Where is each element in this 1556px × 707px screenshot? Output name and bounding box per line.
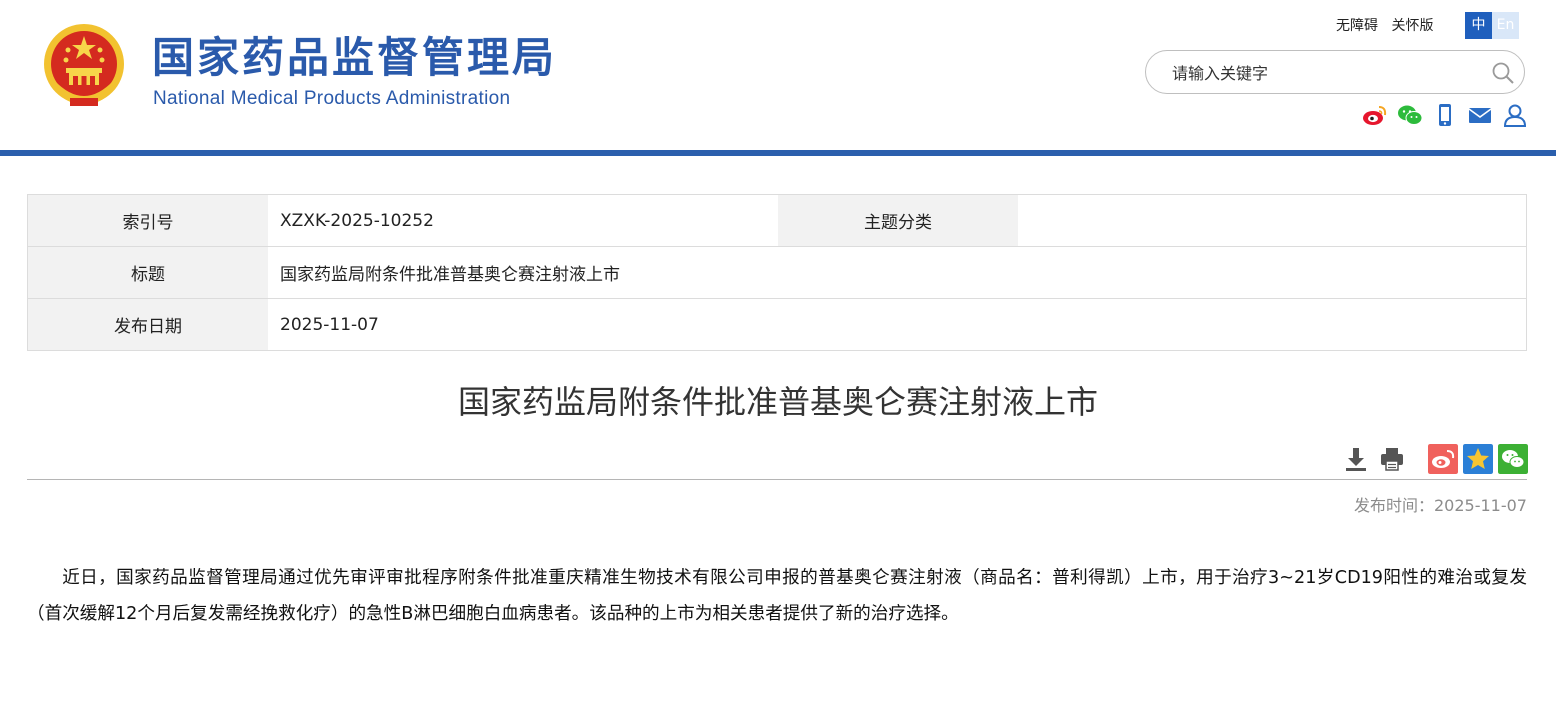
- index-label: 索引号: [27, 194, 268, 247]
- header-divider-bar: [0, 150, 1556, 156]
- download-icon[interactable]: [1342, 445, 1370, 473]
- lang-zh-button[interactable]: 中: [1465, 12, 1492, 39]
- table-row: 发布日期 2025-11-07: [27, 298, 1527, 351]
- weibo-icon[interactable]: [1362, 103, 1388, 127]
- index-value: XZXK-2025-10252: [268, 194, 778, 247]
- top-links: 无障碍 关怀版: [1336, 15, 1442, 35]
- care-mode-link[interactable]: 关怀版: [1391, 18, 1433, 34]
- social-links: [1362, 103, 1537, 127]
- user-icon[interactable]: [1502, 103, 1528, 127]
- article-divider: [27, 479, 1527, 480]
- accessibility-link[interactable]: 无障碍: [1336, 18, 1378, 34]
- topic-value: [1018, 194, 1527, 247]
- wechat-share-icon[interactable]: [1498, 444, 1528, 474]
- print-icon[interactable]: [1378, 445, 1406, 473]
- table-row: 索引号 XZXK-2025-10252 主题分类: [27, 194, 1527, 247]
- language-switch: 中 En: [1465, 12, 1519, 39]
- search-input[interactable]: [1170, 60, 1474, 86]
- mail-icon[interactable]: [1467, 103, 1493, 127]
- topic-label: 主题分类: [778, 194, 1018, 247]
- site-logo-cn[interactable]: 国家药品监督管理局: [152, 30, 557, 86]
- table-row: 标题 国家药监局附条件批准普基奥仑赛注射液上市: [27, 246, 1527, 299]
- article-toolbar: [1342, 444, 1533, 474]
- article-title: 国家药监局附条件批准普基奥仑赛注射液上市: [457, 383, 1098, 421]
- mobile-icon[interactable]: [1432, 103, 1458, 127]
- article-body: 近日，国家药品监督管理局通过优先审评审批程序附条件批准重庆精准生物技术有限公司申…: [27, 568, 1527, 624]
- search-box: [1145, 50, 1525, 94]
- date-value: 2025-11-07: [280, 314, 379, 335]
- favorite-star-icon[interactable]: [1463, 444, 1493, 474]
- search-icon[interactable]: [1491, 61, 1515, 85]
- title-value: 国家药监局附条件批准普基奥仑赛注射液上市: [268, 246, 1527, 299]
- publish-time: 发布时间：2025-11-07: [1354, 496, 1527, 515]
- metadata-table: 索引号 XZXK-2025-10252 主题分类 标题 国家药监局附条件批准普基…: [27, 194, 1527, 351]
- site-header: 国家药品监督管理局 National Medical Products Admi…: [0, 0, 1556, 156]
- site-logo-en[interactable]: National Medical Products Administration: [153, 88, 510, 110]
- lang-en-button[interactable]: En: [1492, 12, 1519, 39]
- national-emblem-icon[interactable]: [40, 20, 128, 112]
- date-label: 发布日期: [27, 298, 268, 351]
- weibo-share-icon[interactable]: [1428, 444, 1458, 474]
- wechat-icon[interactable]: [1397, 103, 1423, 127]
- title-label: 标题: [27, 246, 268, 299]
